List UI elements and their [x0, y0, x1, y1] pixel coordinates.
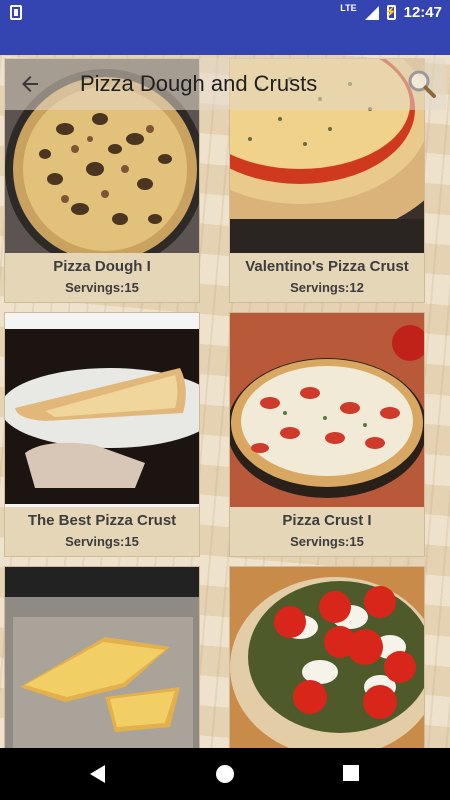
back-arrow-icon[interactable] — [18, 72, 42, 96]
recipe-card[interactable] — [4, 566, 200, 748]
recipe-servings: Servings:15 — [290, 534, 364, 549]
app-bar — [0, 25, 450, 55]
recipe-card[interactable]: Pizza Crust I Servings:15 — [229, 312, 425, 557]
recipe-servings: Servings:15 — [65, 534, 139, 549]
recipe-servings: Servings:12 — [290, 280, 364, 295]
nav-back-icon[interactable] — [90, 765, 105, 783]
recipe-photo — [5, 313, 199, 507]
recipe-title: The Best Pizza Crust — [27, 512, 177, 529]
recipe-title: Pizza Crust I — [282, 512, 372, 529]
system-nav-bar — [0, 748, 450, 800]
page-title: Pizza Dough and Crusts — [80, 71, 318, 96]
search-icon[interactable] — [406, 68, 438, 100]
recipe-servings: Servings:15 — [65, 280, 139, 295]
recipe-photo — [5, 567, 199, 748]
network-type: LTE — [340, 3, 357, 13]
recipe-photo — [230, 313, 424, 507]
recipe-card[interactable] — [229, 566, 425, 748]
battery-icon: ⚡ — [384, 5, 398, 20]
nav-home-icon[interactable] — [216, 765, 234, 783]
status-bar: LTE ⚡ 12:47 — [0, 0, 450, 25]
nav-recents-icon[interactable] — [343, 765, 359, 781]
clock: 12:47 — [403, 4, 442, 21]
recipe-title: Valentino's Pizza Crust — [245, 258, 409, 275]
toolbar: Pizza Dough and Crusts — [4, 58, 446, 110]
recipe-grid[interactable]: Pizza Dough I Servings:15 Valentino's Pi… — [0, 55, 450, 748]
recipe-card[interactable]: The Best Pizza Crust Servings:15 — [4, 312, 200, 557]
recipe-title: Pizza Dough I — [53, 258, 151, 275]
sd-card-icon — [10, 5, 22, 20]
recipe-photo — [230, 567, 424, 748]
signal-icon — [364, 5, 379, 20]
